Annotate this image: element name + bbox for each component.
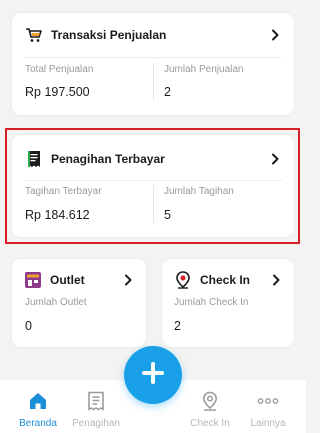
nav-label: Penagihan: [72, 418, 120, 429]
sales-count-label: Jumlah Penjualan: [164, 64, 244, 75]
nav-item-check-in[interactable]: Check In: [180, 390, 240, 429]
nav-label: Check In: [190, 418, 230, 429]
checkin-count-label: Jumlah Check In: [174, 297, 249, 308]
dashboard-page: Transaksi Penjualan Total Penjualan Rp 1…: [0, 0, 306, 433]
sales-count-value: 2: [164, 85, 171, 99]
chevron-right-icon[interactable]: [121, 273, 135, 287]
chevron-right-icon[interactable]: [268, 28, 282, 42]
location-pin-icon: [173, 270, 193, 290]
sales-card-divider: [24, 57, 282, 58]
home-icon: [8, 390, 68, 412]
add-button[interactable]: [124, 346, 182, 404]
checkin-card-title: Check In: [200, 273, 251, 287]
highlight-box: [5, 128, 300, 244]
store-icon: [23, 270, 43, 290]
sales-card-vertical-divider: [153, 63, 154, 101]
outlet-card-header[interactable]: Outlet: [12, 259, 146, 301]
nav-item-beranda[interactable]: Beranda: [8, 390, 68, 429]
location-pin-icon: [180, 390, 240, 412]
sales-card[interactable]: Transaksi Penjualan Total Penjualan Rp 1…: [11, 12, 295, 116]
checkin-card-header[interactable]: Check In: [162, 259, 294, 301]
sales-card-title: Transaksi Penjualan: [51, 28, 167, 42]
outlet-count-label: Jumlah Outlet: [25, 297, 87, 308]
invoice-icon: [66, 390, 126, 412]
checkin-card[interactable]: Check In Jumlah Check In 2: [161, 258, 295, 348]
outlet-card-title: Outlet: [50, 273, 85, 287]
shopping-cart-icon: [24, 25, 44, 45]
total-sales-value: Rp 197.500: [25, 85, 90, 99]
nav-item-penagihan[interactable]: Penagihan: [66, 390, 126, 429]
nav-label: Beranda: [19, 418, 57, 429]
nav-label: Lainnya: [250, 418, 286, 429]
more-dots-icon: [238, 390, 298, 412]
outlet-count-value: 0: [25, 319, 32, 333]
nav-item-lainnya[interactable]: Lainnya: [238, 390, 298, 429]
chevron-right-icon[interactable]: [269, 273, 283, 287]
sales-card-header[interactable]: Transaksi Penjualan: [12, 13, 294, 57]
checkin-count-value: 2: [174, 319, 181, 333]
plus-icon: [141, 361, 165, 390]
total-sales-label: Total Penjualan: [25, 64, 94, 75]
outlet-card[interactable]: Outlet Jumlah Outlet 0: [11, 258, 147, 348]
